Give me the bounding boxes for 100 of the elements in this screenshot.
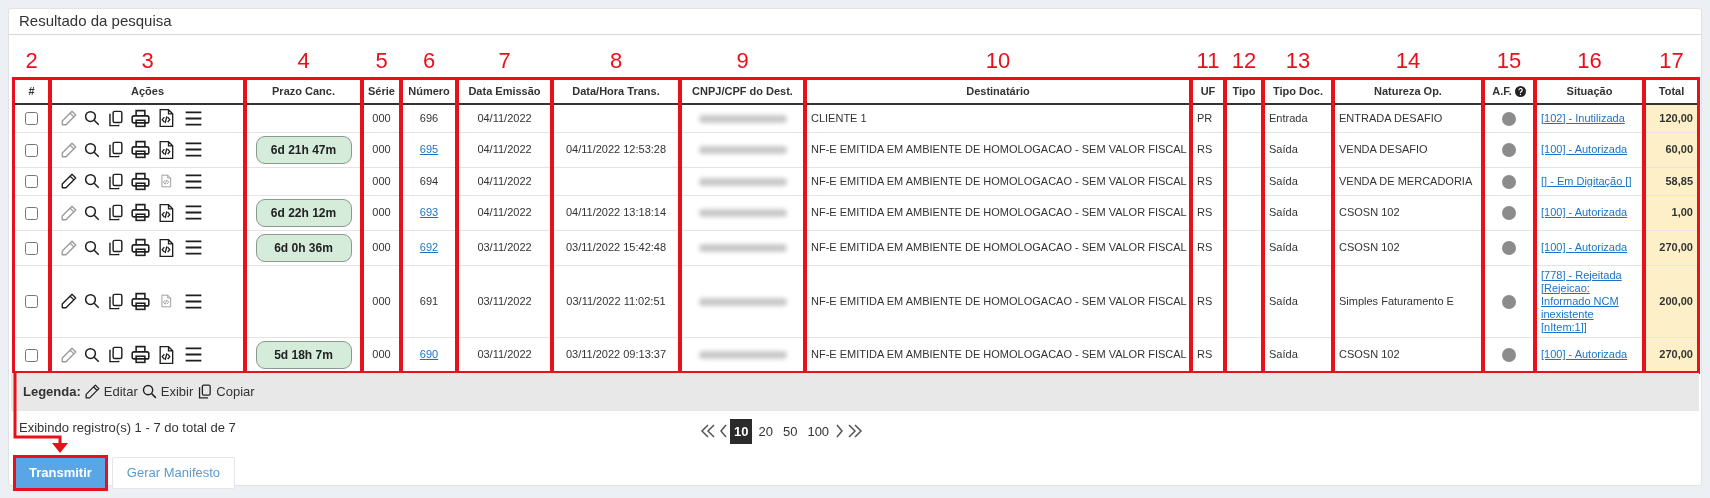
table-cell: Saída xyxy=(1269,348,1298,361)
status-link[interactable]: [] - Em Digitação [] xyxy=(1541,174,1638,188)
menu-icon[interactable] xyxy=(183,202,204,223)
printer-icon[interactable] xyxy=(130,237,151,258)
last-page-icon[interactable] xyxy=(846,423,865,440)
table-cell: RS xyxy=(1197,241,1213,254)
table-cell: 03/11/2022 09:13:37 xyxy=(565,348,667,361)
column-header: Tipo Doc. xyxy=(1273,85,1323,97)
pencil-icon[interactable] xyxy=(60,172,78,190)
status-link[interactable]: [102] - Inutilizada xyxy=(1541,111,1638,125)
printer-icon[interactable] xyxy=(130,170,151,192)
search-icon[interactable] xyxy=(83,140,101,159)
search-icon[interactable] xyxy=(83,292,101,310)
menu-icon[interactable] xyxy=(183,139,204,160)
table-cell: CSOSN 102 xyxy=(1339,241,1400,254)
table-cell: NF-E EMITIDA EM AMBIENTE DE HOMOLOGACAO - SEM VALOR FISCAL xyxy=(811,174,1187,187)
invoice-number-link[interactable]: 695 xyxy=(419,143,439,156)
table-cell: 270,00 xyxy=(1659,241,1693,254)
annotation-number: 12 xyxy=(1230,49,1258,73)
copy-icon[interactable] xyxy=(106,238,125,257)
table-cell: RS xyxy=(1197,294,1213,307)
first-page-icon[interactable] xyxy=(699,423,717,440)
row-checkbox[interactable] xyxy=(25,206,38,220)
row-checkbox[interactable] xyxy=(25,112,38,126)
help-icon[interactable] xyxy=(1514,85,1526,97)
column-header: Ações xyxy=(131,85,164,97)
printer-icon[interactable] xyxy=(130,107,151,129)
printer-icon[interactable] xyxy=(130,290,151,312)
copy-icon[interactable] xyxy=(106,203,125,222)
page-size-option[interactable]: 50 xyxy=(778,418,802,444)
row-checkbox[interactable] xyxy=(25,295,38,309)
page-size-option[interactable]: 100 xyxy=(803,418,834,444)
printer-icon[interactable] xyxy=(130,139,151,160)
pencil-icon[interactable] xyxy=(60,292,78,310)
annotation-number: 2 xyxy=(24,49,39,73)
table-cell: CSOSN 102 xyxy=(1339,348,1400,361)
search-icon[interactable] xyxy=(83,238,101,257)
copy-icon[interactable] xyxy=(106,345,125,364)
invoice-number-link[interactable]: 692 xyxy=(419,241,439,254)
table-cell: 000 xyxy=(372,111,391,124)
table-cell: NF-E EMITIDA EM AMBIENTE DE HOMOLOGACAO - SEM VALOR FISCAL xyxy=(811,294,1187,307)
invoice-number-link[interactable]: 693 xyxy=(419,206,439,219)
table-cell: NF-E EMITIDA EM AMBIENTE DE HOMOLOGACAO - SEM VALOR FISCAL xyxy=(811,348,1187,361)
column-header: Destinatário xyxy=(966,85,1030,97)
column-header: Número xyxy=(408,85,450,97)
page-size-option[interactable]: 10 xyxy=(730,418,753,444)
copy-icon[interactable] xyxy=(106,108,125,128)
table-cell: 200,00 xyxy=(1659,294,1693,307)
table-cell: 03/11/2022 xyxy=(477,348,532,361)
deadline-badge: 6d 22h 12m xyxy=(255,198,352,227)
table-cell: 000 xyxy=(372,143,391,156)
table-cell: Saída xyxy=(1269,174,1298,187)
search-icon[interactable] xyxy=(83,172,101,190)
column-header: # xyxy=(28,85,35,97)
annotation-number: 10 xyxy=(984,49,1012,73)
annotation-number: 15 xyxy=(1495,49,1523,73)
next-page-icon[interactable] xyxy=(835,423,845,440)
status-link[interactable]: [100] - Autorizada xyxy=(1541,348,1638,361)
table-cell: 04/11/2022 13:18:14 xyxy=(565,206,667,219)
search-icon[interactable] xyxy=(83,345,101,364)
column-header: Natureza Op. xyxy=(1374,85,1442,97)
row-checkbox[interactable] xyxy=(25,175,38,189)
table-cell: 04/11/2022 xyxy=(477,206,532,219)
table-cell: 270,00 xyxy=(1659,348,1693,361)
record-count-text: Exibindo registro(s) 1 - 7 do total de 7 xyxy=(19,418,236,437)
printer-icon[interactable] xyxy=(130,344,151,365)
column-header: Série xyxy=(368,85,395,97)
legend-label: Legenda: xyxy=(23,382,81,401)
previous-page-icon[interactable] xyxy=(719,423,728,440)
menu-icon[interactable] xyxy=(183,344,204,365)
annotation-number: 4 xyxy=(296,49,311,73)
status-link[interactable]: [100] - Autorizada xyxy=(1541,143,1638,156)
row-checkbox[interactable] xyxy=(25,143,38,157)
table-cell: 04/11/2022 xyxy=(477,174,532,187)
table-cell: NF-E EMITIDA EM AMBIENTE DE HOMOLOGACAO - SEM VALOR FISCAL xyxy=(811,241,1187,254)
transmit-button[interactable]: Transmitir xyxy=(15,456,106,489)
table-cell: CLIENTE 1 xyxy=(811,111,867,124)
column-header: Situação xyxy=(1566,85,1613,97)
row-checkbox[interactable] xyxy=(25,348,38,362)
table-cell: 000 xyxy=(372,206,391,219)
copy-icon[interactable] xyxy=(106,291,125,311)
search-icon[interactable] xyxy=(83,203,101,222)
annotation-number: 5 xyxy=(374,49,389,73)
row-checkbox[interactable] xyxy=(25,241,38,255)
copy-icon[interactable] xyxy=(106,140,125,159)
status-link[interactable]: [100] - Autorizada xyxy=(1541,206,1638,219)
page-size-option[interactable]: 20 xyxy=(754,418,777,444)
search-icon[interactable] xyxy=(83,109,101,127)
printer-icon[interactable] xyxy=(130,202,151,223)
status-link[interactable]: [100] - Autorizada xyxy=(1541,241,1638,254)
manifest-button[interactable]: Gerar Manifesto xyxy=(111,456,236,489)
annotation-number: 14 xyxy=(1394,49,1422,73)
copy-icon[interactable] xyxy=(106,171,125,191)
table-cell: RS xyxy=(1197,348,1213,361)
menu-icon[interactable] xyxy=(183,237,204,258)
table-cell: 03/11/2022 xyxy=(477,294,532,307)
table-cell: 04/11/2022 xyxy=(477,111,532,124)
invoice-number-link[interactable]: 690 xyxy=(419,348,439,361)
status-link[interactable]: [778] - Rejeitada [Rejeicao: Informado NCM inexistente [nItem:1]] xyxy=(1541,268,1638,334)
table-cell: RS xyxy=(1197,206,1213,219)
